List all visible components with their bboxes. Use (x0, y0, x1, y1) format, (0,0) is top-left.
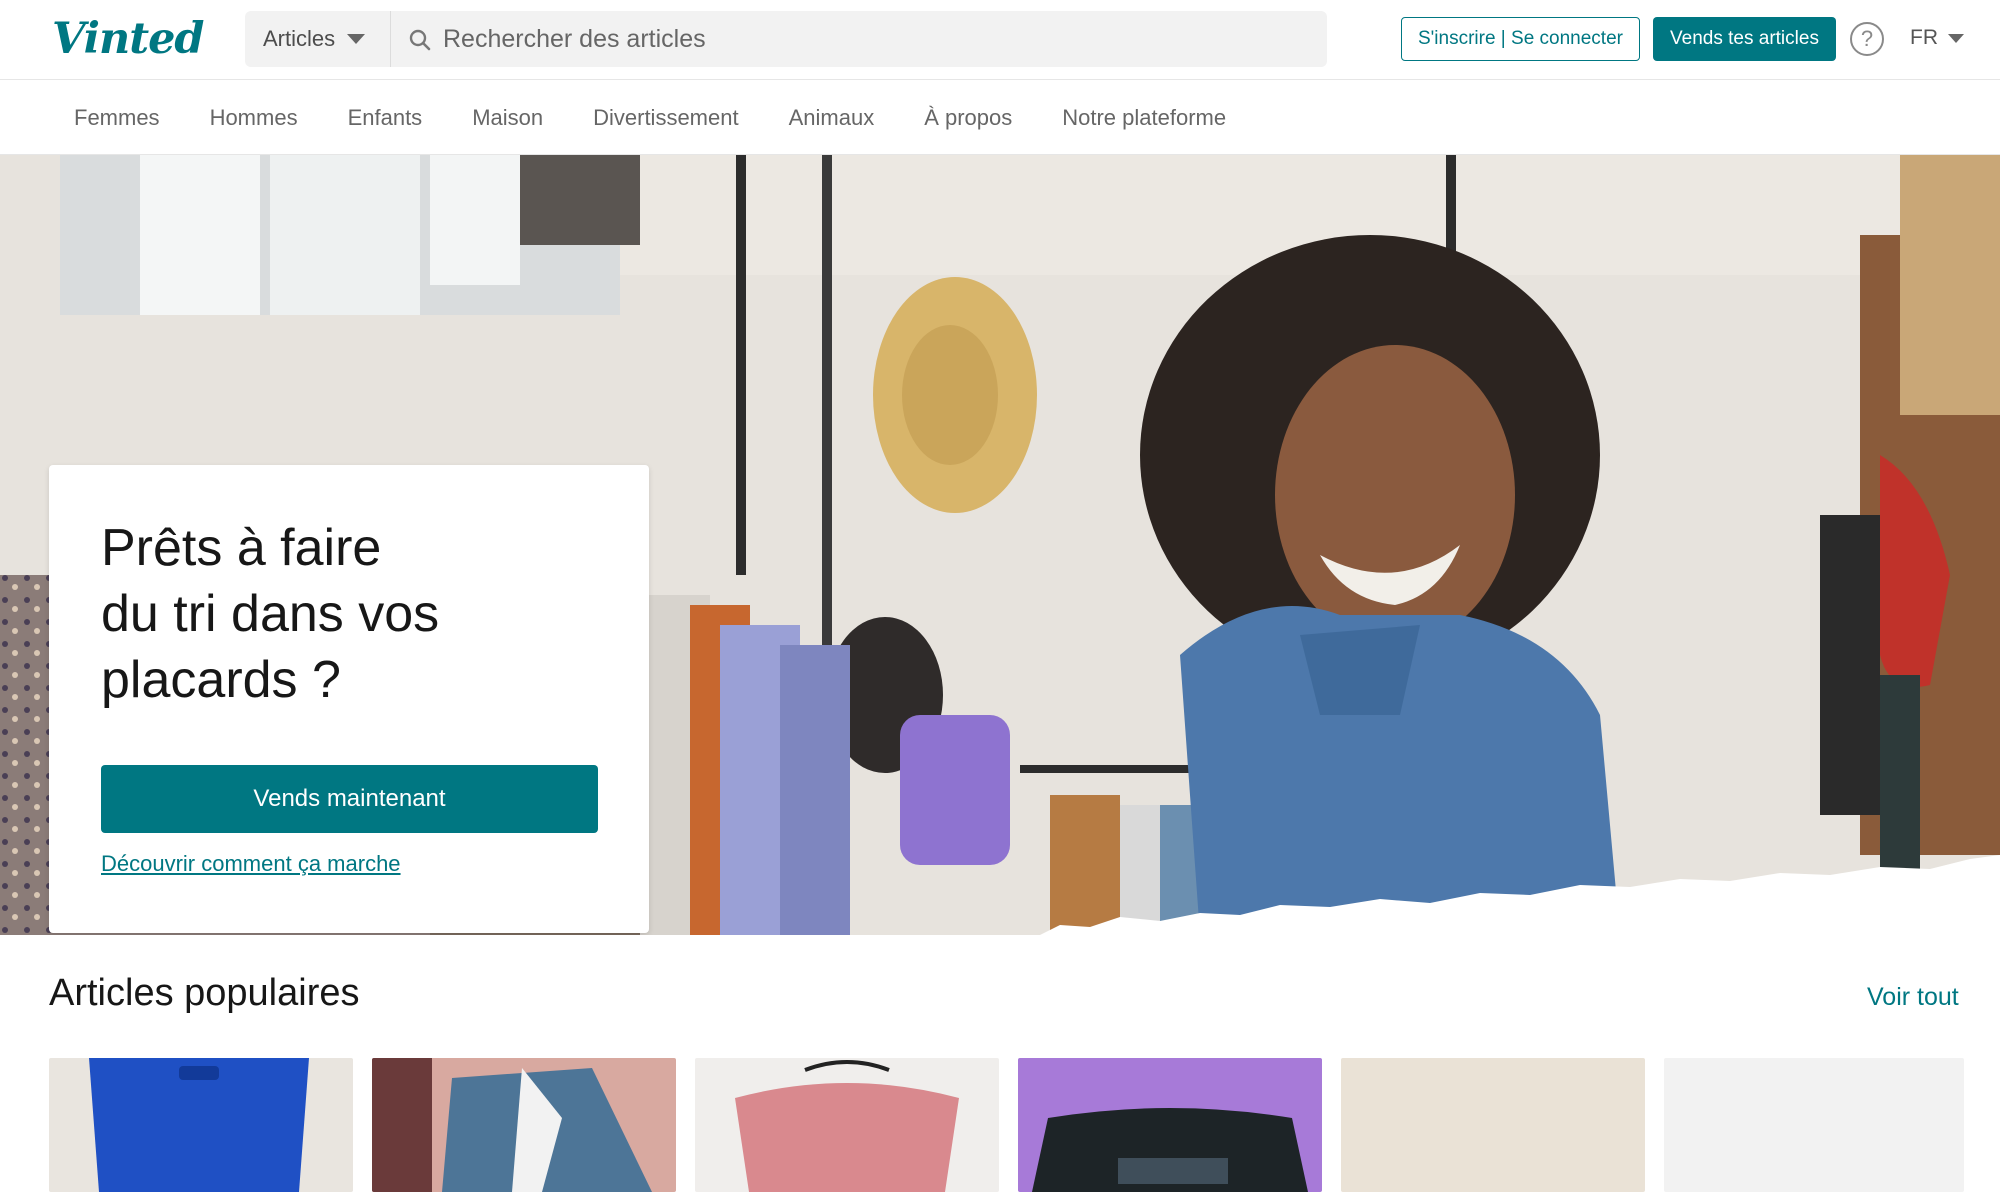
chevron-down-icon (347, 34, 366, 44)
item-thumbnail[interactable] (1341, 1058, 1645, 1192)
nav-item-divertissement[interactable]: Divertissement (593, 105, 738, 131)
hero-title-line-2: du tri dans vos (101, 585, 440, 643)
nav-item-enfants[interactable]: Enfants (348, 105, 423, 131)
popular-items-title: Articles populaires (49, 972, 360, 1014)
nav-item-notre-plateforme[interactable]: Notre plateforme (1062, 105, 1226, 131)
hero-title-line-3: placards ? (101, 651, 341, 709)
language-select[interactable]: FR (1910, 26, 1964, 50)
help-icon[interactable]: ? (1850, 22, 1884, 56)
hero-title-line-1: Prêts à faire (101, 519, 382, 577)
login-button[interactable]: S'inscrire | Se connecter (1401, 17, 1640, 61)
search-input[interactable] (443, 19, 1303, 59)
how-it-works-link[interactable]: Découvrir comment ça marche (101, 851, 401, 877)
search-bar: Articles (245, 11, 1327, 67)
chevron-down-icon (1948, 33, 1964, 43)
item-thumbnail[interactable] (695, 1058, 999, 1192)
hero-title: Prêts à faire du tri dans vos placards ? (101, 515, 581, 713)
category-select[interactable]: Articles (245, 11, 391, 67)
item-thumbnail[interactable] (372, 1058, 676, 1192)
item-thumbnail[interactable] (1018, 1058, 1322, 1192)
popular-items-list (49, 1058, 2000, 1192)
nav-item-femmes[interactable]: Femmes (74, 105, 160, 131)
header: Vinted Articles S'inscrire | Se connecte… (0, 0, 2000, 80)
sell-button[interactable]: Vends tes articles (1653, 17, 1836, 61)
nav-item-animaux[interactable]: Animaux (789, 105, 875, 131)
language-label: FR (1910, 26, 1938, 49)
nav-item-a-propos[interactable]: À propos (924, 105, 1012, 131)
see-all-link[interactable]: Voir tout (1867, 983, 1959, 1012)
hero-banner: Prêts à faire du tri dans vos placards ?… (0, 155, 2000, 935)
search-icon (409, 29, 431, 51)
vinted-logo[interactable]: Vinted (52, 14, 204, 64)
category-nav: Femmes Hommes Enfants Maison Divertissem… (0, 81, 2000, 155)
category-select-label: Articles (263, 26, 336, 51)
nav-item-maison[interactable]: Maison (472, 105, 543, 131)
nav-item-hommes[interactable]: Hommes (210, 105, 298, 131)
item-thumbnail[interactable] (1664, 1058, 1964, 1192)
item-thumbnail[interactable] (49, 1058, 353, 1192)
sell-now-button[interactable]: Vends maintenant (101, 765, 598, 833)
hero-card: Prêts à faire du tri dans vos placards ?… (49, 465, 649, 933)
